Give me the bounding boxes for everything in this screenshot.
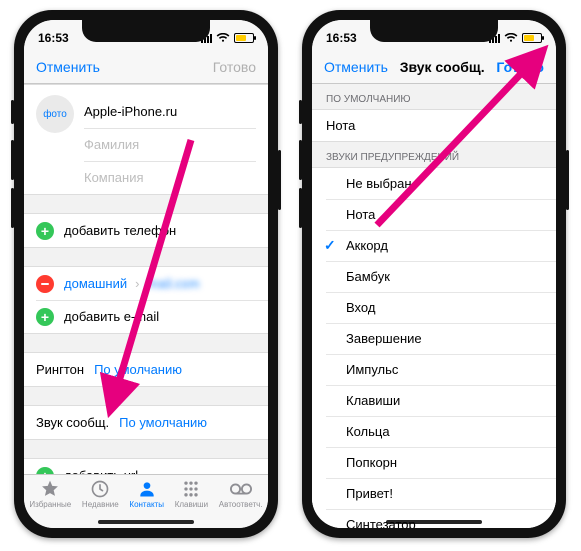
- tab-keypad[interactable]: Клавиши: [175, 479, 208, 509]
- done-button: Готово: [213, 59, 256, 75]
- tone-option[interactable]: ✓ Аккорд: [312, 230, 556, 261]
- status-time: 16:53: [38, 31, 69, 45]
- tone-option[interactable]: Вход: [312, 292, 556, 323]
- email-value[interactable]: mail.com: [147, 276, 199, 291]
- tone-list: Не выбран Нота ✓ Аккорд Бамбук Вход Завершение…: [312, 167, 556, 528]
- checkmark-icon: ✓: [324, 237, 336, 254]
- status-icons: [489, 33, 542, 43]
- battery-icon: [234, 33, 254, 43]
- tab-recents[interactable]: Недавние: [82, 479, 119, 509]
- add-phone-label: добавить телефон: [64, 223, 176, 238]
- tone-option[interactable]: Синтезатор: [312, 509, 556, 528]
- email-row[interactable]: домашний › mail.com: [24, 267, 268, 300]
- cancel-button[interactable]: Отменить: [324, 59, 388, 75]
- text-tone-value: По умолчанию: [119, 415, 207, 430]
- navbar: Отменить Звук сообщ. Готово: [312, 50, 556, 84]
- email-label[interactable]: домашний: [64, 276, 127, 291]
- tone-label: Нота: [346, 207, 375, 222]
- tab-bar: Избранные Недавние Контакты Клавиши Авто…: [24, 474, 268, 528]
- phone-left: 16:53 Отменить Готово фото Apple-iPho: [14, 10, 278, 538]
- plus-icon: +: [36, 308, 54, 326]
- tone-label: Кольца: [346, 424, 390, 439]
- wifi-icon: [504, 33, 518, 43]
- text-tone-row[interactable]: Звук сообщ. По умолчанию: [24, 406, 268, 439]
- star-icon: [39, 479, 61, 499]
- tone-option[interactable]: Нота: [312, 199, 556, 230]
- status-time: 16:53: [326, 31, 357, 45]
- minus-icon: [36, 275, 54, 293]
- tone-option-default[interactable]: Нота: [312, 110, 556, 141]
- wifi-icon: [216, 33, 230, 43]
- clock-icon: [89, 479, 111, 499]
- ringtone-row[interactable]: Рингтон По умолчанию: [24, 353, 268, 386]
- tone-label: Привет!: [346, 486, 393, 501]
- add-phone-row[interactable]: + добавить телефон: [24, 214, 268, 247]
- tab-contacts[interactable]: Контакты: [129, 479, 164, 509]
- add-email-row[interactable]: + добавить e-mail: [24, 300, 268, 333]
- tone-option[interactable]: Привет!: [312, 478, 556, 509]
- section-default: ПО УМОЛЧАНИЮ: [312, 84, 556, 109]
- edit-contact-form: фото Apple-iPhone.ru Фамилия Компания + …: [24, 84, 268, 493]
- add-email-label: добавить e-mail: [64, 309, 159, 324]
- notch: [370, 20, 498, 42]
- navbar: Отменить Готово: [24, 50, 268, 84]
- tone-option[interactable]: Клавиши: [312, 385, 556, 416]
- plus-icon: +: [36, 222, 54, 240]
- tone-option[interactable]: Попкорн: [312, 447, 556, 478]
- done-button[interactable]: Готово: [496, 59, 544, 75]
- tone-picker[interactable]: ПО УМОЛЧАНИЮ Нота ЗВУКИ ПРЕДУПРЕЖДЕНИЙ Н…: [312, 84, 556, 528]
- tone-option[interactable]: Бамбук: [312, 261, 556, 292]
- battery-icon: [522, 33, 542, 43]
- ringtone-key: Рингтон: [36, 362, 84, 377]
- voicemail-icon: [230, 479, 252, 499]
- last-name-field[interactable]: Фамилия: [84, 137, 139, 152]
- tone-label: Не выбран: [346, 176, 412, 191]
- notch: [82, 20, 210, 42]
- tone-label: Вход: [346, 300, 375, 315]
- cancel-button[interactable]: Отменить: [36, 59, 100, 75]
- status-icons: [201, 33, 254, 43]
- home-indicator[interactable]: [386, 520, 482, 524]
- screen-left: 16:53 Отменить Готово фото Apple-iPho: [24, 20, 268, 528]
- first-name-field[interactable]: Apple-iPhone.ru: [84, 104, 177, 119]
- tone-label: Попкорн: [346, 455, 397, 470]
- tone-option[interactable]: Завершение: [312, 323, 556, 354]
- tone-label: Бамбук: [346, 269, 390, 284]
- screen-right: 16:53 Отменить Звук сообщ. Готово ПО УМО…: [312, 20, 556, 528]
- photo-button[interactable]: фото: [36, 95, 74, 133]
- tone-option[interactable]: Не выбран: [312, 168, 556, 199]
- person-icon: [136, 479, 158, 499]
- tone-label: Клавиши: [346, 393, 400, 408]
- nav-title: Звук сообщ.: [400, 59, 485, 75]
- tab-favorites[interactable]: Избранные: [29, 479, 71, 509]
- tone-option[interactable]: Кольца: [312, 416, 556, 447]
- section-alerts: ЗВУКИ ПРЕДУПРЕЖДЕНИЙ: [312, 142, 556, 167]
- ringtone-value: По умолчанию: [94, 362, 182, 377]
- tab-voicemail[interactable]: Автоответч.: [219, 479, 263, 509]
- tone-label: Аккорд: [346, 238, 388, 253]
- phone-right: 16:53 Отменить Звук сообщ. Готово ПО УМО…: [302, 10, 566, 538]
- tone-label: Импульс: [346, 362, 398, 377]
- keypad-icon: [180, 479, 202, 499]
- home-indicator[interactable]: [98, 520, 194, 524]
- text-tone-key: Звук сообщ.: [36, 415, 109, 430]
- tone-label: Нота: [326, 118, 355, 133]
- tone-label: Завершение: [346, 331, 422, 346]
- photo-label: фото: [43, 109, 67, 120]
- company-field[interactable]: Компания: [84, 170, 144, 185]
- tone-option[interactable]: Импульс: [312, 354, 556, 385]
